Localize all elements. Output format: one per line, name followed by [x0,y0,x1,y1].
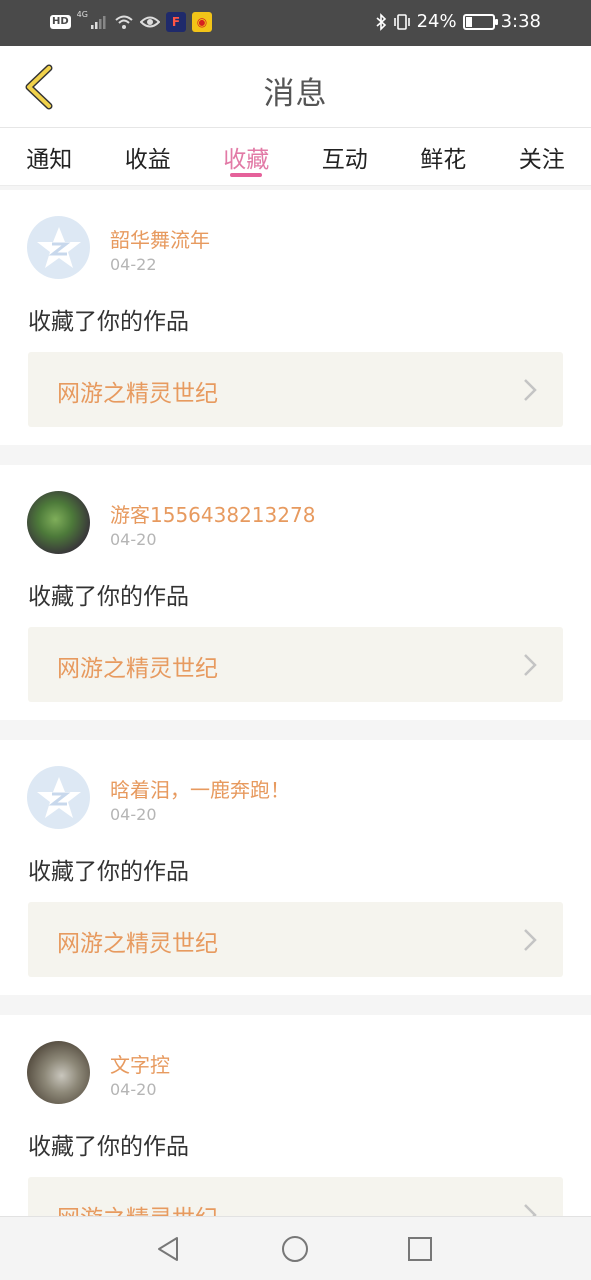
signal-icon [90,16,106,29]
weibo-notification-icon: ◉ [191,12,212,32]
date: 04-20 [110,805,157,824]
tab-earnings[interactable]: 收益 [99,128,198,185]
square-recents-icon [408,1237,432,1261]
bluetooth-icon [376,12,386,31]
triangle-back-icon [158,1237,178,1261]
work-link[interactable]: 网游之精灵世纪 [28,902,563,977]
wifi-icon [115,15,133,29]
photo-avatar[interactable] [27,491,90,554]
work-title: 网游之精灵世纪 [57,381,218,407]
network-type: 4G [76,10,88,19]
username[interactable]: 晗着泪，一鹿奔跑！ [110,774,290,803]
work-title: 网游之精灵世纪 [57,1199,218,1216]
work-link[interactable]: 网游之精灵世纪 [28,1177,563,1216]
eye-icon [139,16,160,28]
vibrate-icon [393,13,410,30]
list-item: 晗着泪，一鹿奔跑！ 04-20 收藏了你的作品 网游之精灵世纪 [0,740,591,995]
chevron-right-icon [524,929,537,951]
status-right: 24% 3:38 [375,11,541,32]
system-nav-bar [0,1216,591,1280]
nav-home-button[interactable] [279,1233,311,1265]
status-left: HD 4G F ◉ [50,10,212,32]
clock: 3:38 [500,11,541,32]
qq-zone-star-icon [36,226,81,268]
message-list: 韶华舞流年 04-22 收藏了你的作品 网游之精灵世纪 游客1556438213… [0,190,591,1216]
work-link[interactable]: 网游之精灵世纪 [28,352,563,427]
app-header: 消息 [0,46,591,128]
action-text: 收藏了你的作品 [28,309,189,335]
date: 04-20 [110,530,157,549]
username[interactable]: 文字控 [110,1049,170,1078]
action-text: 收藏了你的作品 [28,859,189,885]
battery-icon [462,13,498,30]
work-title: 网游之精灵世纪 [57,656,218,682]
circle-home-icon [282,1236,308,1262]
battery-percent: 24% [416,11,457,32]
qq-zone-star-icon [36,776,81,818]
app-notification-icon: F [165,12,186,32]
date: 04-20 [110,1080,157,1099]
date: 04-22 [110,255,157,274]
work-link[interactable]: 网游之精灵世纪 [28,627,563,702]
username[interactable]: 游客1556438213278 [110,499,315,528]
action-text: 收藏了你的作品 [28,1134,189,1160]
hd-badge: HD [50,15,71,29]
status-bar: HD 4G F ◉ 24% 3:38 [0,0,591,46]
nav-recents-button[interactable] [404,1233,436,1265]
list-item: 游客1556438213278 04-20 收藏了你的作品 网游之精灵世纪 [0,465,591,720]
chevron-right-icon [524,1204,537,1216]
action-text: 收藏了你的作品 [28,584,189,610]
tab-bar: 通知 收益 收藏 互动 鲜花 关注 [0,128,591,186]
default-avatar[interactable] [27,766,90,829]
photo-avatar[interactable] [27,1041,90,1104]
username[interactable]: 韶华舞流年 [110,224,210,253]
work-title: 网游之精灵世纪 [57,931,218,957]
chevron-right-icon [524,379,537,401]
chevron-right-icon [524,654,537,676]
tab-notifications[interactable]: 通知 [0,128,99,185]
default-avatar[interactable] [27,216,90,279]
tab-follows[interactable]: 关注 [493,128,591,185]
tab-interactions[interactable]: 互动 [296,128,395,185]
nav-back-button[interactable] [152,1233,184,1265]
list-item: 韶华舞流年 04-22 收藏了你的作品 网游之精灵世纪 [0,190,591,445]
list-item: 文字控 04-20 收藏了你的作品 网游之精灵世纪 [0,1015,591,1216]
page-title: 消息 [263,76,328,112]
tab-favorites[interactable]: 收藏 [197,128,296,185]
tab-flowers[interactable]: 鲜花 [394,128,493,185]
